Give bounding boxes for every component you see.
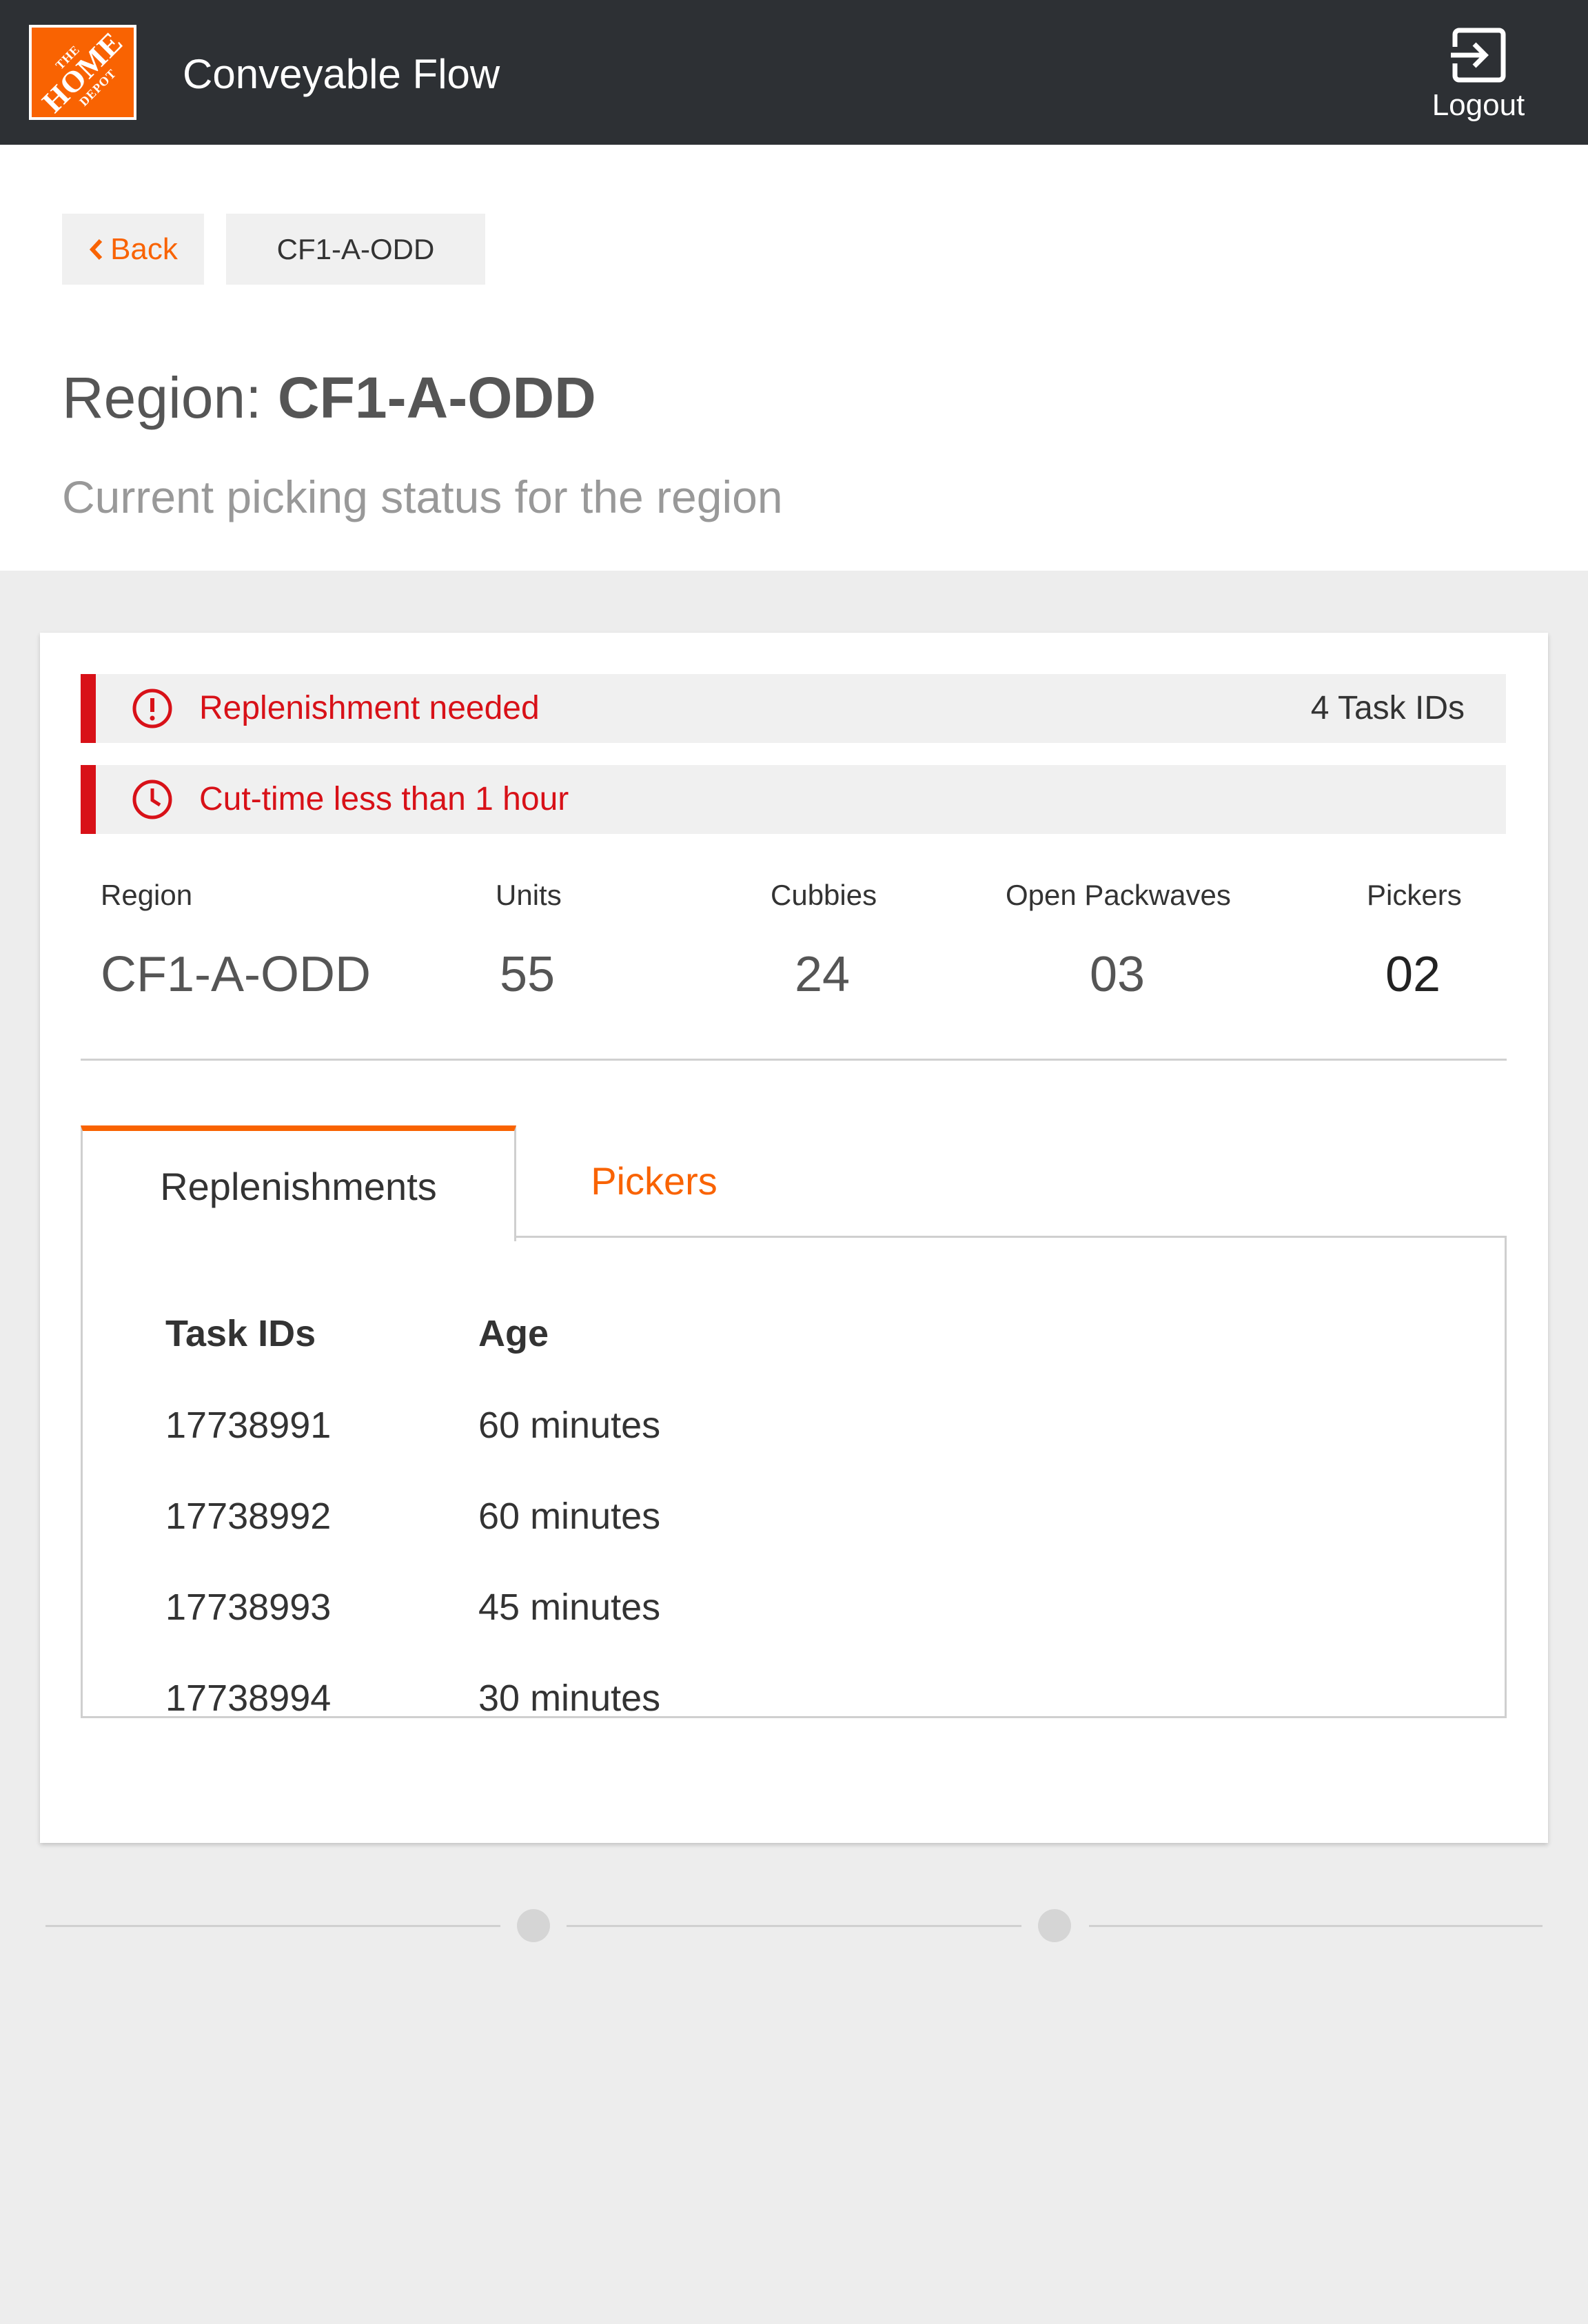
pager-dot[interactable] (1038, 1909, 1071, 1942)
page-subtitle: Current picking status for the region (62, 471, 783, 522)
stat-label-open-packwaves: Open Packwaves (1006, 879, 1231, 911)
back-button[interactable]: Back (62, 214, 204, 285)
pager-line (567, 1925, 1021, 1927)
age-cell: 45 minutes (478, 1587, 661, 1628)
age-cell: 30 minutes (478, 1678, 661, 1719)
logo-wordmark: THE HOME DEPOT (35, 25, 130, 119)
back-label: Back (110, 232, 178, 266)
stats-divider (81, 1059, 1507, 1061)
page-header: Back CF1-A-ODD Region: CF1-A-ODD Current… (0, 145, 1588, 571)
stat-value-cubbies: 24 (795, 947, 851, 1002)
tab-replenishments[interactable]: Replenishments (81, 1125, 516, 1241)
alert-count: 4 Task IDs (1310, 690, 1465, 726)
task-id-cell: 17738991 (165, 1405, 332, 1446)
column-header-age: Age (478, 1313, 549, 1354)
alert-cut-time[interactable]: Cut-time less than 1 hour (81, 765, 1506, 834)
alert-text: Replenishment needed (199, 690, 540, 726)
page-title: Region: CF1-A-ODD (62, 369, 596, 427)
chevron-left-icon (89, 238, 103, 260)
app-header: THE HOME DEPOT Conveyable Flow Logout (0, 0, 1588, 145)
app-title: Conveyable Flow (183, 51, 500, 97)
region-status-card: Replenishment needed 4 Task IDs Cut-time… (40, 633, 1548, 1843)
stat-value-pickers: 02 (1385, 947, 1441, 1002)
task-id-cell: 17738992 (165, 1496, 332, 1537)
clock-icon (132, 779, 172, 819)
stat-value-region: CF1-A-ODD (101, 947, 371, 1002)
pager-dot[interactable] (517, 1909, 550, 1942)
alert-replenishment[interactable]: Replenishment needed 4 Task IDs (81, 674, 1506, 743)
page-title-region: CF1-A-ODD (277, 365, 596, 430)
alert-text: Cut-time less than 1 hour (199, 781, 569, 817)
stat-value-units: 55 (500, 947, 556, 1002)
age-cell: 60 minutes (478, 1405, 661, 1446)
logout-label: Logout (1432, 88, 1525, 122)
pager-line (45, 1925, 500, 1927)
replenishments-panel: Task IDs Age 17738991 60 minutes 1773899… (81, 1236, 1507, 1718)
task-id-cell: 17738994 (165, 1678, 332, 1719)
stat-label-units: Units (496, 879, 562, 911)
alert-circle-icon (132, 689, 172, 728)
stat-value-open-packwaves: 03 (1090, 947, 1146, 1002)
logout-button[interactable]: Logout (1420, 21, 1537, 131)
task-id-cell: 17738993 (165, 1587, 332, 1628)
tab-pickers[interactable]: Pickers (516, 1125, 792, 1236)
logout-icon (1449, 28, 1506, 83)
home-depot-logo[interactable]: THE HOME DEPOT (29, 25, 136, 120)
stat-label-cubbies: Cubbies (771, 879, 877, 911)
column-header-task-ids: Task IDs (165, 1313, 316, 1354)
stat-label-region: Region (101, 879, 193, 911)
pager-line (1089, 1925, 1543, 1927)
stat-label-pickers: Pickers (1367, 879, 1462, 911)
breadcrumb-region[interactable]: CF1-A-ODD (226, 214, 485, 285)
age-cell: 60 minutes (478, 1496, 661, 1537)
page-title-prefix: Region: (62, 365, 262, 430)
